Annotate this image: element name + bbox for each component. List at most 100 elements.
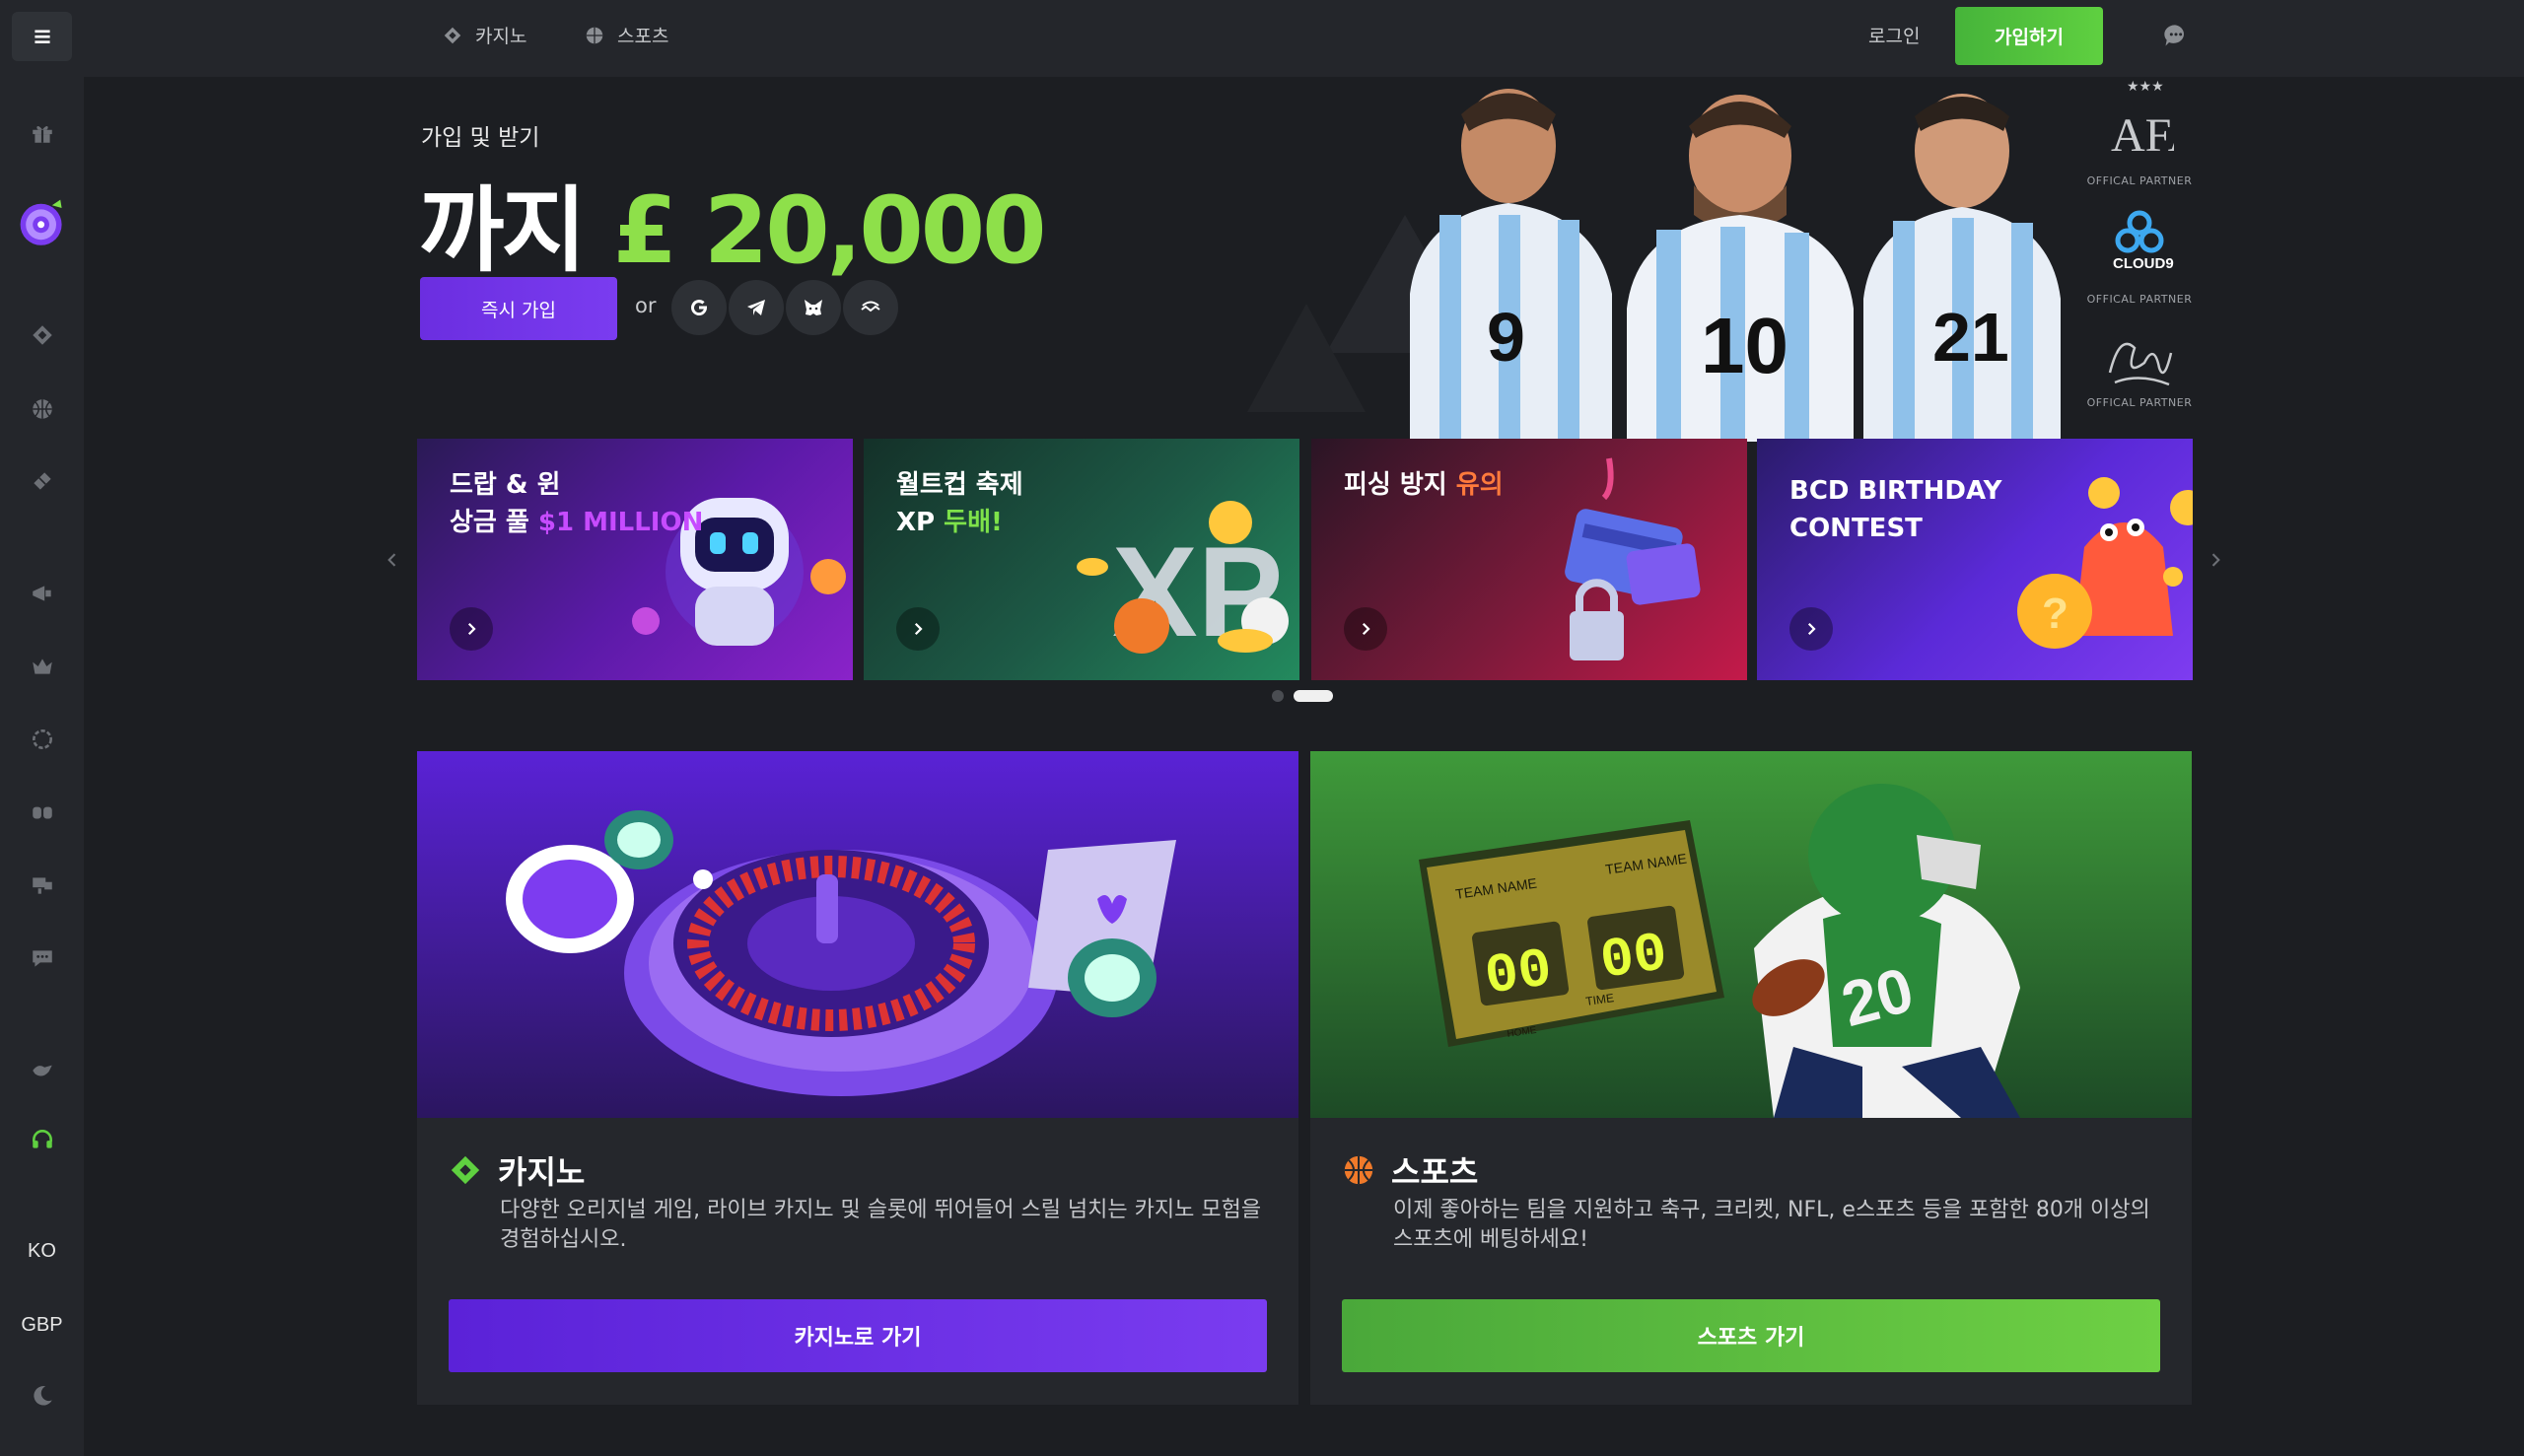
topbar: 카지노 스포츠 로그인 가입하기 [84, 0, 2524, 77]
currency-selector[interactable]: GBP [0, 1308, 84, 1342]
casino-diamond-icon [32, 325, 52, 345]
promo-drop-win-prefix: 상금 풀 [450, 508, 538, 537]
partner-afa-label: OFFICAL PARTNER [2086, 174, 2193, 187]
svg-text:AFA: AFA [2111, 109, 2174, 162]
sidebar-item-promotions[interactable] [0, 574, 84, 613]
support-headset-icon [32, 1130, 52, 1148]
sidebar-item-support[interactable] [0, 1120, 84, 1159]
promo-birthday-arrow[interactable] [1789, 607, 1833, 651]
go-to-sports-button[interactable]: 스포츠 가기 [1342, 1299, 2160, 1372]
promo-phishing-arrow[interactable] [1344, 607, 1387, 651]
nav-sports-label: 스포츠 [617, 26, 669, 47]
vip-crown-icon [32, 659, 52, 674]
carousel-next-button[interactable] [2201, 540, 2230, 580]
chat-button[interactable] [2162, 22, 2192, 51]
signup-button[interactable]: 가입하기 [1955, 7, 2103, 65]
nav-casino[interactable]: 카지노 [442, 22, 526, 48]
signature-logo [2108, 342, 2173, 386]
casino-card-header: 카지노 [449, 1147, 585, 1193]
promo-worldcup-prefix: XP [896, 508, 945, 537]
svg-text:?: ? [2042, 589, 2068, 638]
hero-title: 까지 £ 20,000 [419, 156, 1047, 290]
chevron-right-icon [914, 622, 923, 636]
svg-text:CLOUD9: CLOUD9 [2113, 255, 2174, 272]
football-player-illustration: TEAM NAME TEAM NAME 00 00 TIME HOME 20 [1310, 751, 2192, 1118]
afa-logo: ★★★ AFA [2111, 79, 2174, 162]
moon-icon [33, 1386, 52, 1406]
promo-phishing-text: 피싱 방지 유의 [1344, 466, 1504, 504]
sidebar-item-lottery[interactable] [0, 461, 84, 501]
promo-card-birthday[interactable]: ? BCD BIRTHDAY CONTEST [1757, 439, 2193, 680]
theme-toggle[interactable] [0, 1376, 84, 1416]
instant-join-button[interactable]: 즉시 가입 [420, 277, 617, 340]
scoreboard-score1: 00 [1481, 937, 1555, 1009]
chevron-right-icon [1362, 622, 1370, 636]
currency-label: GBP [21, 1313, 63, 1336]
metamask-login-button[interactable] [786, 280, 841, 335]
promo-birthday-text: BCD BIRTHDAY CONTEST [1789, 472, 2001, 547]
sidebar-item-vip[interactable] [0, 647, 84, 686]
hero-title-amount: £ 20,000 [612, 177, 1047, 285]
sidebar-item-sponsorship[interactable] [0, 866, 84, 905]
telegram-login-button[interactable] [729, 280, 784, 335]
promo-drop-win-line2: 상금 풀 $1 MILLION [450, 504, 703, 541]
gift-icon [32, 125, 52, 143]
casino-card-title: 카지노 [498, 1153, 586, 1191]
promo-drop-win-arrow[interactable] [450, 607, 493, 651]
carousel-dot-2[interactable] [1294, 690, 1333, 702]
promotions-icon [32, 586, 51, 601]
google-icon [691, 300, 707, 316]
sports-card-description: 이제 좋아하는 팀을 지원하고 축구, 크리켓, NFL, e스포츠 등을 포함… [1393, 1198, 2150, 1252]
carousel-prev-button[interactable] [378, 540, 407, 580]
promo-phishing-prefix: 피싱 방지 [1344, 470, 1456, 500]
sidebar-item-forum[interactable] [0, 938, 84, 978]
menu-toggle-button[interactable] [12, 12, 72, 61]
chevron-right-icon [467, 622, 476, 636]
wallet-connect-button[interactable] [843, 280, 898, 335]
nav-sports[interactable]: 스포츠 [584, 22, 668, 48]
sponsorship-icon [32, 877, 52, 894]
sidebar-item-provably-fair[interactable] [0, 1051, 84, 1090]
language-label: KO [28, 1239, 56, 1262]
promo-worldcup-arrow[interactable] [896, 607, 940, 651]
walletconnect-icon [861, 301, 880, 312]
or-label: or [635, 294, 657, 317]
casino-diamond-icon [451, 1155, 480, 1185]
promo-card-worldcup[interactable]: XP 월트컵 축제 XP 두배! [864, 439, 1299, 680]
promo-drop-win-line1: 드랍 & 윈 [450, 470, 561, 500]
language-selector[interactable]: KO [0, 1234, 84, 1268]
sidebar-item-spin[interactable] [0, 192, 84, 251]
hero-title-prefix: 까지 [419, 177, 587, 285]
hero-banner: 가입 및 받기 까지 £ 20,000 즉시 가입 or 9 10 21 ★★★… [84, 77, 2524, 442]
login-button[interactable]: 로그인 [1868, 22, 1920, 48]
promo-worldcup-text: 월트컵 축제 XP 두배! [896, 466, 1023, 541]
sidebar-item-affiliate[interactable] [0, 793, 84, 832]
promo-drop-win-text: 드랍 & 윈 상금 풀 $1 MILLION [450, 466, 703, 541]
carousel-dot-1[interactable] [1272, 690, 1284, 702]
players-illustration: 9 10 21 [1410, 89, 2061, 442]
sports-ball-icon [32, 399, 52, 419]
scoreboard-score2: 00 [1596, 922, 1670, 994]
go-to-casino-button[interactable]: 카지노로 가기 [449, 1299, 1267, 1372]
player-center-number: 10 [1701, 302, 1788, 389]
chat-icon [2164, 25, 2184, 46]
promo-drop-win-highlight: $1 MILLION [537, 508, 704, 537]
sidebar-item-casino[interactable] [0, 315, 84, 355]
promo-card-phishing[interactable]: 피싱 방지 유의 [1311, 439, 1747, 680]
roulette-illustration [417, 751, 1298, 1118]
cloud9-logo: CLOUD9 [2113, 210, 2174, 272]
affiliate-icon [32, 806, 52, 819]
promo-card-drop-win[interactable]: 드랍 & 윈 상금 풀 $1 MILLION [417, 439, 853, 680]
hero-subtitle: 가입 및 받기 [421, 125, 540, 151]
promo-birthday-line1: BCD BIRTHDAY [1789, 476, 2002, 506]
hamburger-icon [34, 30, 50, 43]
sports-card-header: 스포츠 [1342, 1147, 1478, 1193]
sidebar-item-bonus[interactable] [0, 720, 84, 759]
spin-wheel-icon [20, 199, 62, 245]
carousel-dots [1272, 690, 1333, 702]
google-login-button[interactable] [671, 280, 727, 335]
sidebar-item-gift[interactable] [0, 113, 84, 153]
chevron-right-icon [1807, 622, 1816, 636]
sidebar-item-sports[interactable] [0, 389, 84, 429]
partners-column: ★★★ AFA OFFICAL PARTNER CLOUD9 OFFICAL P… [2061, 77, 2218, 442]
